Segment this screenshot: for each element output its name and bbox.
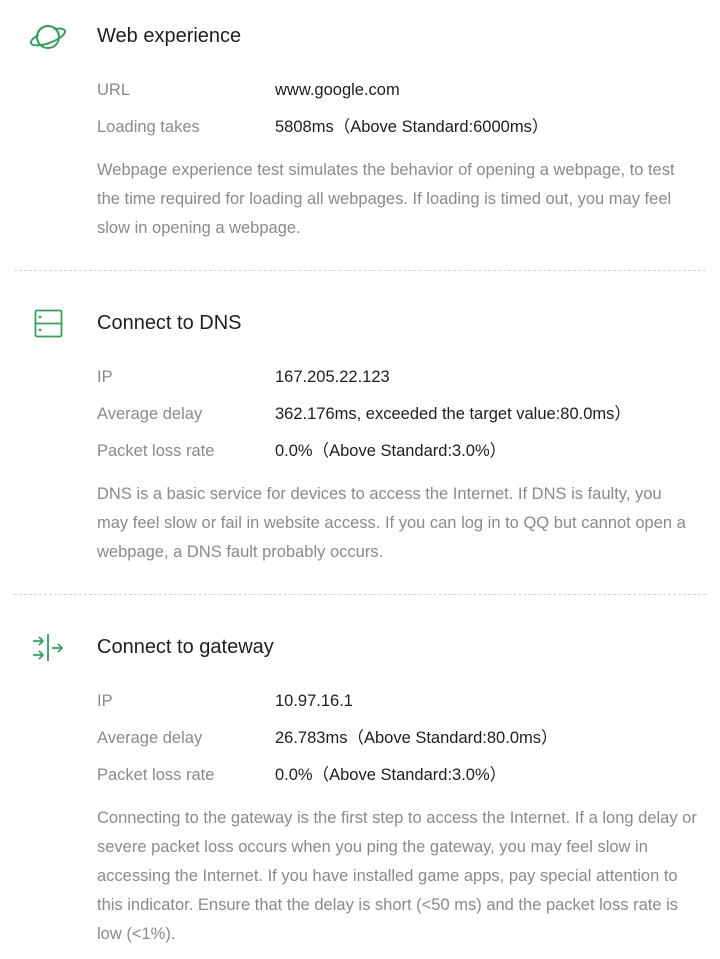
planet-icon <box>28 17 68 57</box>
section-divider <box>14 270 706 271</box>
gateway-icon <box>28 627 68 667</box>
row-value: 362.176ms, exceeded the target value:80.… <box>275 405 631 423</box>
info-row-ip: IP 10.97.16.1 <box>97 688 697 714</box>
info-row-average-delay: Average delay 362.176ms, exceeded the ta… <box>97 401 697 427</box>
info-row-ip: IP 167.205.22.123 <box>97 364 697 390</box>
row-value: 26.783ms（Above Standard:80.0ms） <box>275 729 558 747</box>
row-label: IP <box>97 692 113 710</box>
row-value: 0.0%（Above Standard:3.0%） <box>275 766 507 784</box>
section-title: Connect to gateway <box>97 636 274 658</box>
row-value: 167.205.22.123 <box>275 368 390 386</box>
row-label: IP <box>97 368 113 386</box>
info-row-loading: Loading takes 5808ms（Above Standard:6000… <box>97 114 697 140</box>
info-row-packet-loss: Packet loss rate 0.0%（Above Standard:3.0… <box>97 762 697 788</box>
row-value: 10.97.16.1 <box>275 692 353 710</box>
info-row-average-delay: Average delay 26.783ms（Above Standard:80… <box>97 725 697 751</box>
section-title: Web experience <box>97 25 242 47</box>
row-label: Average delay <box>97 729 203 747</box>
row-label: Loading takes <box>97 118 200 136</box>
row-label: Packet loss rate <box>97 442 215 460</box>
row-label: Packet loss rate <box>97 766 215 784</box>
section-description: Connecting to the gateway is the first s… <box>97 809 697 943</box>
row-label: URL <box>97 81 131 99</box>
row-value: 5808ms（Above Standard:6000ms） <box>275 118 549 136</box>
info-row-url: URL www.google.com <box>97 77 697 103</box>
row-value: www.google.com <box>275 81 400 99</box>
section-title: Connect to DNS <box>97 312 242 334</box>
row-label: Average delay <box>97 405 203 423</box>
info-row-packet-loss: Packet loss rate 0.0%（Above Standard:3.0… <box>97 438 697 464</box>
section-description: DNS is a basic service for devices to ac… <box>97 485 686 561</box>
section-divider <box>14 594 706 595</box>
section-description: Webpage experience test simulates the be… <box>97 161 675 237</box>
row-value: 0.0%（Above Standard:3.0%） <box>275 442 507 460</box>
server-icon <box>28 304 68 344</box>
